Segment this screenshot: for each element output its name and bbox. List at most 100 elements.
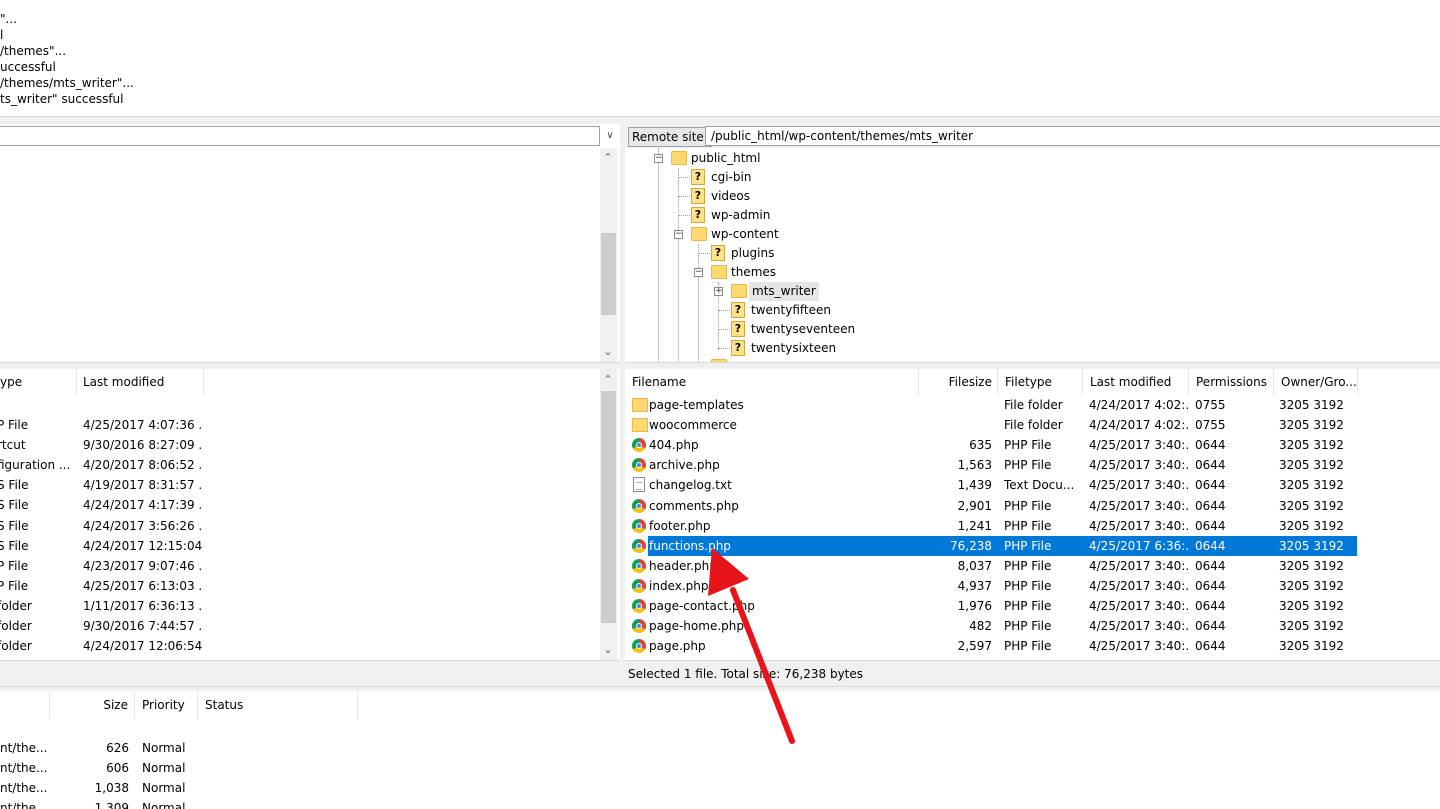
column-header-priority[interactable]: Priority xyxy=(135,691,198,719)
file-row[interactable]: index.php 4,937 PHP File 4/25/2017 3:40:...… xyxy=(625,576,1357,596)
list-row[interactable]: P File 4/25/2017 6:13:03 ... xyxy=(0,576,600,596)
list-row[interactable]: P File 4/23/2017 9:07:46 ... xyxy=(0,556,600,576)
file-row[interactable]: archive.php 1,563 PHP File 4/25/2017 3:40:.… xyxy=(625,455,1357,475)
remote-status-bar: Selected 1 file. Total size: 76,238 byte… xyxy=(625,660,1440,686)
tree-item-plugins[interactable]: plugins xyxy=(731,244,774,263)
list-row[interactable]: folder 9/30/2016 7:44:57 ... xyxy=(0,616,600,636)
scroll-down-icon[interactable]: ⌄ xyxy=(600,345,616,359)
tree-item-twentyfifteen[interactable]: twentyfifteen xyxy=(751,301,831,320)
list-row[interactable]: rtcut 9/30/2016 8:27:09 ... xyxy=(0,435,600,455)
collapse-icon[interactable]: − xyxy=(694,268,703,277)
scroll-thumb[interactable] xyxy=(601,391,616,623)
file-row[interactable]: page-contact.php 1,976 PHP File 4/25/2017 3… xyxy=(625,596,1357,616)
chrome-icon xyxy=(632,458,646,472)
cell-filename: page.php xyxy=(649,639,706,653)
cell-filesize: 76,238 xyxy=(950,539,992,553)
file-row[interactable]: functions.php 76,238 PHP File 4/25/2017 6:3… xyxy=(625,536,1357,556)
cell-priority: Normal xyxy=(142,741,186,755)
cell-filetype: File folder xyxy=(1004,418,1063,432)
scroll-up-icon[interactable]: ⌃ xyxy=(600,151,616,165)
chevron-down-icon[interactable]: ∨ xyxy=(602,127,618,145)
cell-type: P File xyxy=(0,418,29,432)
column-header-filetype[interactable]: Filetype xyxy=(998,369,1083,395)
cell-priority: Normal xyxy=(142,801,186,809)
cell-server-file: nt/the... xyxy=(0,781,48,795)
cell-last-modified: 4/24/2017 12:15:04... xyxy=(83,539,203,553)
tree-item-twentysixteen[interactable]: twentysixteen xyxy=(751,339,836,358)
column-header-type[interactable]: ype xyxy=(0,369,77,395)
unknown-folder-icon: ? xyxy=(691,188,705,204)
tree-item-mts-writer[interactable]: mts_writer xyxy=(749,282,819,301)
collapse-icon[interactable]: − xyxy=(654,154,663,163)
column-header-status[interactable]: Status xyxy=(198,691,358,719)
list-row[interactable]: folder 1/11/2017 6:36:13 ... xyxy=(0,596,600,616)
chrome-icon xyxy=(632,599,646,613)
column-header-owner-group[interactable]: Owner/Gro... xyxy=(1274,369,1358,395)
unknown-folder-icon: ? xyxy=(711,245,725,261)
cell-last-modified: 1/11/2017 6:36:13 ... xyxy=(83,599,203,613)
local-list-scrollbar[interactable]: ⌃ ⌄ xyxy=(600,369,617,660)
local-path-input[interactable] xyxy=(0,126,600,146)
cell-size: 1,309 xyxy=(94,801,129,809)
scroll-thumb[interactable] xyxy=(601,233,616,315)
tree-item-cgi-bin[interactable]: cgi-bin xyxy=(711,168,751,187)
queue-row[interactable]: nt/the... 1,309 Normal xyxy=(0,798,360,809)
column-header-filesize[interactable]: Filesize xyxy=(919,369,998,395)
tree-item-videos[interactable]: videos xyxy=(711,187,750,206)
list-row[interactable]: S File 4/24/2017 12:15:04... xyxy=(0,536,600,556)
scroll-up-icon[interactable]: ⌃ xyxy=(600,373,616,387)
cell-type: figuration ... xyxy=(0,458,71,472)
file-row[interactable]: page-templates File folder 4/24/2017 4:02:… xyxy=(625,395,1357,415)
tree-item-public-html[interactable]: public_html xyxy=(691,149,760,168)
cell-type: S File xyxy=(0,519,29,533)
file-row[interactable]: page.php 2,597 PHP File 4/25/2017 3:40:... 0… xyxy=(625,636,1357,656)
file-row[interactable]: 404.php 635 PHP File 4/25/2017 3:40:... 0644… xyxy=(625,435,1357,455)
cell-filetype: PHP File xyxy=(1004,579,1052,593)
list-row[interactable]: S File 4/24/2017 4:17:39 ... xyxy=(0,495,600,515)
tree-item-themes[interactable]: themes xyxy=(731,263,776,282)
file-row[interactable]: header.php 8,037 PHP File 4/25/2017 3:40:..… xyxy=(625,556,1357,576)
list-row[interactable]: P File 4/25/2017 4:07:36 ... xyxy=(0,415,600,435)
cell-filetype: PHP File xyxy=(1004,599,1052,613)
file-row[interactable]: woocommerce File folder 4/24/2017 4:02:...… xyxy=(625,415,1357,435)
file-row[interactable]: page-home.php 482 PHP File 4/25/2017 3:40:.… xyxy=(625,616,1357,636)
tree-item-wp-admin[interactable]: wp-admin xyxy=(711,206,770,225)
collapse-icon[interactable]: − xyxy=(674,230,683,239)
queue-row[interactable]: nt/the... 626 Normal xyxy=(0,738,360,758)
local-file-list: ype Last modified P File 4/25/2017 4:07:3… xyxy=(0,369,620,660)
cell-last-modified: 4/24/2017 12:06:54... xyxy=(83,639,203,653)
column-header-last-modified[interactable]: Last modified xyxy=(76,369,204,395)
remote-path-input[interactable]: /public_html/wp-content/themes/mts_write… xyxy=(705,126,1440,146)
cell-type: P File xyxy=(0,579,29,593)
list-row[interactable]: figuration ... 4/20/2017 8:06:52 ... xyxy=(0,455,600,475)
expand-icon[interactable]: + xyxy=(714,287,723,296)
queue-header: Size Priority Status xyxy=(0,691,360,719)
local-tree-scrollbar[interactable]: ⌃ ⌄ xyxy=(600,148,617,362)
column-header-server-file[interactable] xyxy=(0,691,50,719)
chrome-icon xyxy=(632,519,646,533)
list-row[interactable]: folder 4/24/2017 12:06:54... xyxy=(0,636,600,656)
folder-icon xyxy=(711,265,727,279)
cell-size: 1,038 xyxy=(94,781,129,795)
cell-permissions: 0755 xyxy=(1195,418,1226,432)
list-row[interactable]: S File 4/19/2017 8:31:57 ... xyxy=(0,475,600,495)
cell-server-file: nt/the... xyxy=(0,741,48,755)
column-header-permissions[interactable]: Permissions xyxy=(1189,369,1274,395)
column-header-filename[interactable]: Filename xyxy=(625,369,919,395)
chrome-icon xyxy=(632,579,646,593)
queue-row[interactable]: nt/the... 1,038 Normal xyxy=(0,778,360,798)
file-row[interactable]: footer.php 1,241 PHP File 4/25/2017 3:40:..… xyxy=(625,516,1357,536)
tree-item-twentyseventeen[interactable]: twentyseventeen xyxy=(751,320,855,339)
tree-item-wp-content[interactable]: wp-content xyxy=(711,225,779,244)
queue-row[interactable]: nt/the... 606 Normal xyxy=(0,758,360,778)
column-header-size[interactable]: Size xyxy=(50,691,135,719)
file-row[interactable]: changelog.txt 1,439 Text Docu... 4/25/2017 … xyxy=(625,475,1357,495)
column-header-last-modified[interactable]: Last modified xyxy=(1083,369,1189,395)
cell-filetype: PHP File xyxy=(1004,559,1052,573)
cell-filename: comments.php xyxy=(649,499,739,513)
cell-priority: Normal xyxy=(142,781,186,795)
file-row[interactable]: comments.php 2,901 PHP File 4/25/2017 3:40:… xyxy=(625,496,1357,516)
cell-owner-group: 3205 3192 xyxy=(1279,539,1344,553)
scroll-down-icon[interactable]: ⌄ xyxy=(600,643,616,657)
list-row[interactable]: S File 4/24/2017 3:56:26 ... xyxy=(0,516,600,536)
